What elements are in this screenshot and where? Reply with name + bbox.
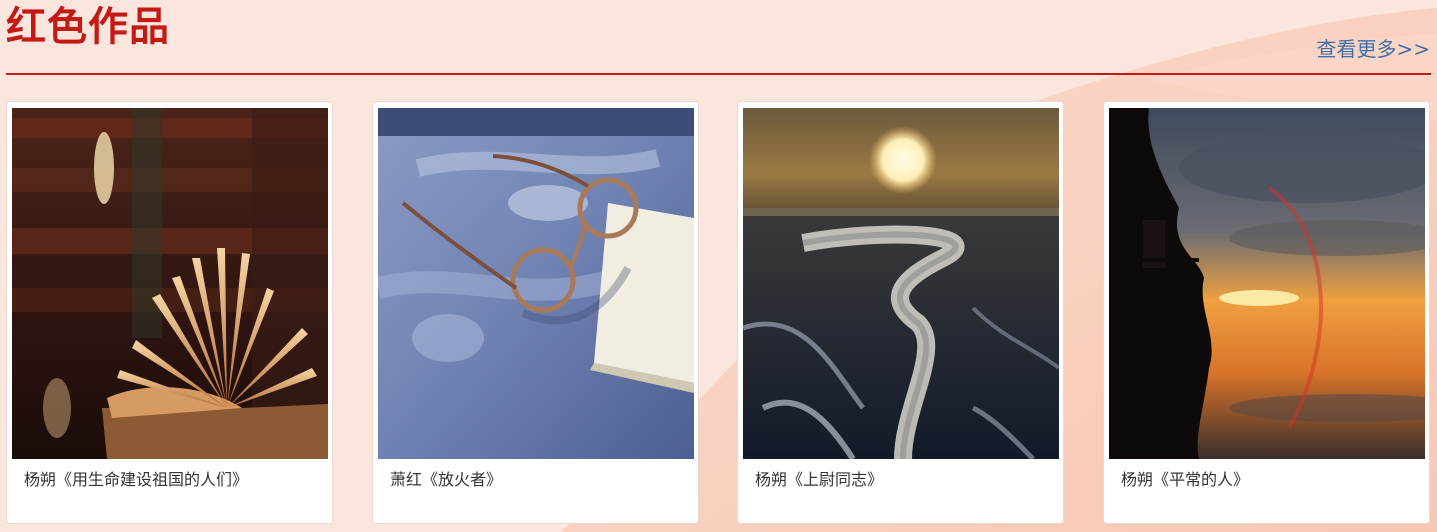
work-card[interactable]: 杨朔《用生命建设祖国的人们》 — [6, 101, 333, 524]
work-caption: 杨朔《平常的人》 — [1121, 470, 1250, 489]
work-card[interactable]: 杨朔《平常的人》 — [1103, 101, 1430, 524]
work-caption: 萧红《放火者》 — [390, 470, 503, 489]
work-card[interactable]: 杨朔《上尉同志》 — [737, 101, 1064, 524]
works-grid: 杨朔《用生命建设祖国的人们》 萧红《放火者》 杨朔《上尉同志》 杨朔《平常的人》 — [0, 101, 1437, 524]
open-book-image — [12, 108, 328, 459]
work-caption: 杨朔《用生命建设祖国的人们》 — [24, 470, 249, 489]
view-more-link[interactable]: 查看更多>> — [1316, 36, 1430, 62]
header-divider — [6, 73, 1431, 75]
work-image — [378, 108, 694, 459]
section-title: 红色作品 — [6, 4, 170, 50]
cliff-sunset-image — [1109, 108, 1425, 459]
work-image — [743, 108, 1059, 459]
work-image — [1109, 108, 1425, 459]
eyeglasses-image — [378, 108, 694, 459]
section-header: 红色作品 查看更多>> — [0, 0, 1437, 80]
work-image — [12, 108, 328, 459]
river-sunset-image — [743, 108, 1059, 459]
work-card[interactable]: 萧红《放火者》 — [372, 101, 699, 524]
work-caption: 杨朔《上尉同志》 — [755, 470, 884, 489]
